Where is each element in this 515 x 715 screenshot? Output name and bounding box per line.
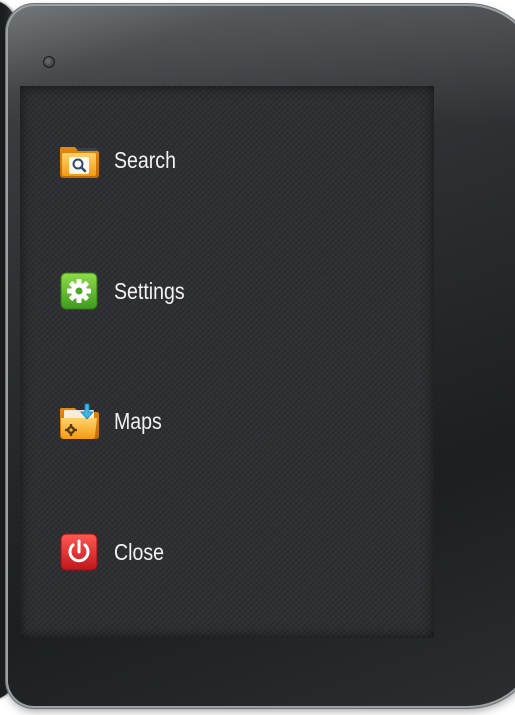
menu-item-maps[interactable]: Maps <box>58 400 170 442</box>
menu-item-label: Maps <box>114 407 162 434</box>
power-icon <box>58 531 100 573</box>
gear-icon <box>58 270 100 312</box>
tablet-screen: Search Settings Maps Close <box>20 86 434 638</box>
folder-download-icon <box>58 400 100 442</box>
front-camera <box>43 56 55 68</box>
menu-item-label: Close <box>114 538 164 565</box>
menu-item-settings[interactable]: Settings <box>58 270 197 312</box>
menu-item-search[interactable]: Search <box>58 139 187 181</box>
menu-item-label: Search <box>114 146 176 173</box>
menu-item-label: Settings <box>114 277 185 304</box>
tablet-device: Search Settings Maps Close <box>8 6 515 706</box>
search-folder-icon <box>58 139 100 181</box>
menu-item-close[interactable]: Close <box>58 531 173 573</box>
